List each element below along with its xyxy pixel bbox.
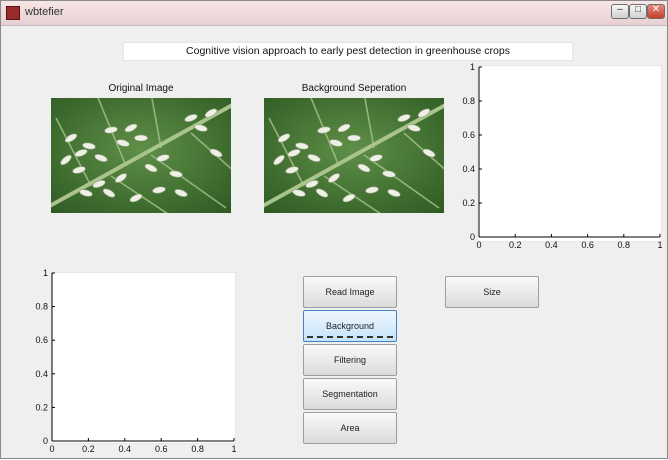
app-window: wbtefier – □ ✕ Cognitive vision approach… [0,0,668,459]
x-tick-label: 0.2 [82,444,95,454]
x-tick-label: 0.6 [155,444,168,454]
x-tick-label: 1 [231,444,236,454]
x-tick-label: 0.8 [191,444,204,454]
area-button[interactable]: Area [303,412,397,444]
segmentation-button[interactable]: Segmentation [303,378,397,410]
x-tick-label: 0.4 [119,444,132,454]
x-tick-label: 0 [49,444,54,454]
y-tick-label: 1 [43,268,48,278]
read-image-button[interactable]: Read Image [303,276,397,308]
y-tick-label: 0.6 [35,335,48,345]
y-tick-label: 0.2 [35,402,48,412]
y-tick-label: 0.4 [35,369,48,379]
size-button[interactable]: Size [445,276,539,308]
filtering-button[interactable]: Filtering [303,344,397,376]
background-separation-button[interactable]: Background Seperation [303,310,397,361]
y-tick-label: 0 [43,436,48,446]
y-tick-label: 0.8 [35,302,48,312]
